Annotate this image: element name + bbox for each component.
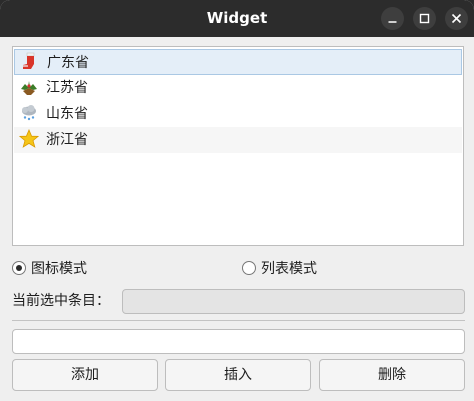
widget-window: Widget 广东省 江苏省 山东省 浙江省 图标模式 列表模式 当前选中条目：… bbox=[0, 0, 474, 401]
divider bbox=[12, 320, 465, 321]
christmas-stocking-icon bbox=[23, 52, 35, 69]
item-text-input[interactable] bbox=[12, 329, 465, 354]
list-item-label: 浙江省 bbox=[46, 132, 88, 148]
province-list[interactable]: 广东省 江苏省 山东省 浙江省 bbox=[12, 46, 464, 246]
holly-icon bbox=[21, 81, 37, 95]
radio-indicator[interactable] bbox=[12, 261, 26, 275]
icon-mode-label[interactable]: 图标模式 bbox=[31, 258, 87, 280]
star-icon bbox=[19, 129, 39, 148]
insert-button[interactable]: 插入 bbox=[165, 359, 311, 391]
current-item-label: 当前选中条目： bbox=[12, 293, 110, 309]
radio-selected-dot bbox=[16, 265, 22, 271]
list-mode-label[interactable]: 列表模式 bbox=[261, 258, 317, 280]
maximize-button[interactable] bbox=[413, 7, 436, 30]
add-button[interactable]: 添加 bbox=[12, 359, 158, 391]
minimize-icon bbox=[388, 21, 397, 23]
snow-cloud-icon bbox=[22, 105, 36, 121]
list-item-label: 山东省 bbox=[46, 106, 88, 122]
list-item[interactable]: 广东省 bbox=[14, 49, 462, 75]
delete-button[interactable]: 删除 bbox=[319, 359, 465, 391]
radio-indicator[interactable] bbox=[242, 261, 256, 275]
current-item-field bbox=[122, 289, 465, 314]
list-item-label: 江苏省 bbox=[46, 80, 88, 96]
title-bar[interactable]: Widget bbox=[0, 0, 474, 37]
close-icon bbox=[451, 13, 462, 24]
list-item[interactable]: 山东省 bbox=[14, 101, 462, 127]
list-item[interactable]: 江苏省 bbox=[14, 75, 462, 101]
list-item[interactable]: 浙江省 bbox=[14, 127, 462, 153]
close-button[interactable] bbox=[445, 7, 468, 30]
minimize-button[interactable] bbox=[381, 7, 404, 30]
maximize-icon bbox=[419, 13, 430, 24]
list-item-label: 广东省 bbox=[47, 55, 89, 71]
